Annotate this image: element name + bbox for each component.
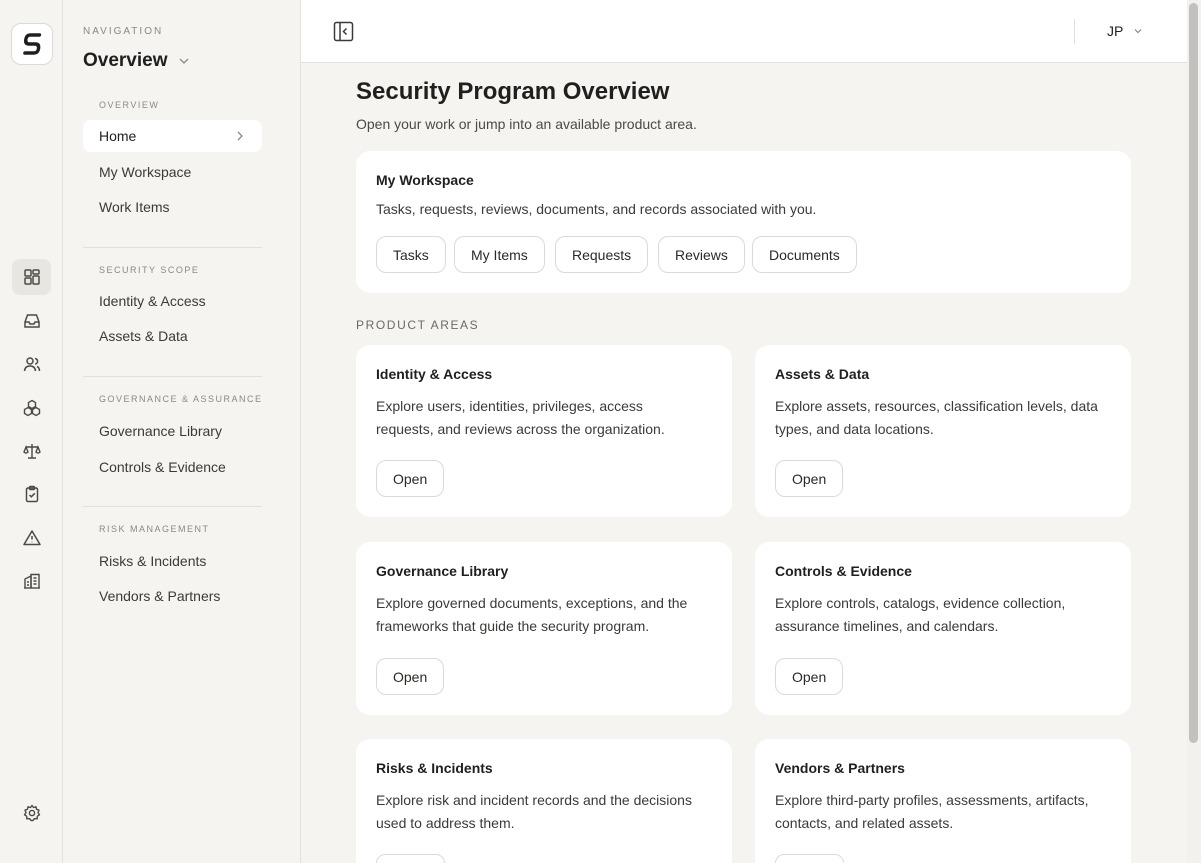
rail-settings-button[interactable] (12, 795, 51, 831)
area-card-vendors-partners: Vendors & Partners Explore third-party p… (755, 739, 1131, 863)
workspace-title: My Workspace (376, 172, 474, 188)
open-button-partial[interactable] (376, 854, 445, 863)
area-desc: Explore governed documents, exceptions, … (376, 595, 688, 634)
rail-checklist-button[interactable] (12, 476, 51, 512)
open-button[interactable]: Open (775, 658, 844, 695)
reviews-button[interactable]: Reviews (658, 236, 745, 273)
rail-users-button[interactable] (12, 346, 51, 382)
area-desc: Explore users, identities, privileges, a… (376, 398, 665, 437)
nav-title: Overview (83, 50, 168, 71)
navigation-panel: NAVIGATION Overview OVERVIEW Home My Wor… (63, 0, 301, 863)
area-title: Assets & Data (775, 366, 870, 382)
clipboard-check-icon (25, 485, 38, 503)
user-initials: JP (1107, 23, 1124, 39)
open-button[interactable]: Open (376, 460, 445, 497)
logo-icon (23, 33, 42, 55)
scale-icon (22, 444, 41, 459)
user-menu[interactable]: JP (1107, 23, 1143, 39)
app-logo[interactable] (11, 23, 53, 65)
nav-item-label: Risks & Incidents (99, 553, 207, 569)
chevron-right-icon (237, 131, 243, 141)
area-title: Vendors & Partners (775, 760, 905, 776)
area-card-risks-incidents: Risks & Incidents Explore risk and incid… (356, 739, 732, 863)
nav-item-label: Governance Library (99, 423, 222, 439)
nav-item-my-workspace[interactable]: My Workspace (83, 156, 262, 188)
nav-item-identity-access[interactable]: Identity & Access (83, 285, 262, 317)
nav-eyebrow: NAVIGATION (83, 26, 164, 37)
nav-item-label: Assets & Data (99, 328, 188, 344)
open-button[interactable]: Open (376, 658, 445, 695)
topbar-divider (1074, 19, 1075, 44)
nav-item-label: Controls & Evidence (99, 459, 226, 475)
nav-item-controls-evidence[interactable]: Controls & Evidence (83, 451, 262, 483)
rail-scale-button[interactable] (12, 433, 51, 469)
rail-alerts-button[interactable] (12, 520, 51, 556)
nav-item-label: Vendors & Partners (99, 588, 221, 604)
my-items-button[interactable]: My Items (454, 236, 545, 273)
workspace-card: My Workspace Tasks, requests, reviews, d… (356, 151, 1131, 293)
nav-item-assets-data[interactable]: Assets & Data (83, 320, 262, 352)
documents-button[interactable]: Documents (752, 236, 857, 273)
rail-dashboard-button[interactable] (12, 259, 51, 295)
area-desc: Explore risk and incident records and th… (376, 792, 692, 831)
users-icon (23, 357, 40, 372)
rail-boxes-button[interactable] (12, 390, 51, 426)
area-card-assets-data: Assets & Data Explore assets, resources,… (755, 345, 1131, 517)
settings-icon (23, 804, 40, 822)
dashboard-icon (23, 269, 40, 285)
page-subtitle: Open your work or jump into an available… (356, 116, 697, 132)
open-button[interactable]: Open (775, 460, 844, 497)
area-desc: Explore third-party profiles, assessment… (775, 792, 1089, 831)
sidebar-toggle-icon[interactable] (333, 21, 354, 42)
nav-divider (83, 247, 262, 248)
building-icon (23, 573, 40, 589)
nav-item-risks-incidents[interactable]: Risks & Incidents (83, 545, 262, 577)
page-title: Security Program Overview (356, 78, 670, 105)
section-label-governance: GOVERNANCE & ASSURANCE (99, 394, 263, 404)
chevron-down-icon (179, 58, 188, 64)
nav-item-label: Identity & Access (99, 293, 206, 309)
nav-divider (83, 376, 262, 377)
nav-item-home[interactable]: Home (83, 120, 262, 152)
area-card-controls-evidence: Controls & Evidence Explore controls, ca… (755, 542, 1131, 715)
area-title: Controls & Evidence (775, 563, 912, 579)
area-desc: Explore assets, resources, classificatio… (775, 398, 1098, 437)
alert-triangle-icon (22, 530, 41, 546)
section-label-security-scope: SECURITY SCOPE (99, 265, 200, 275)
nav-item-governance-library[interactable]: Governance Library (83, 415, 262, 447)
icon-rail (0, 0, 63, 863)
requests-button[interactable]: Requests (555, 236, 649, 273)
scrollbar-thumb[interactable] (1189, 3, 1198, 743)
chevron-down-icon (1134, 29, 1142, 34)
nav-item-work-items[interactable]: Work Items (83, 191, 262, 223)
nav-item-label: Work Items (99, 199, 170, 215)
rail-inbox-button[interactable] (12, 303, 51, 339)
inbox-icon (23, 314, 40, 328)
nav-item-vendors-partners[interactable]: Vendors & Partners (83, 580, 262, 612)
area-card-identity-access: Identity & Access Explore users, identit… (356, 345, 732, 517)
product-areas-label: PRODUCT AREAS (356, 318, 480, 332)
rail-vendors-button[interactable] (12, 563, 51, 599)
tasks-button[interactable]: Tasks (376, 236, 446, 273)
boxes-icon (23, 399, 40, 417)
nav-item-label: Home (99, 128, 137, 144)
area-title: Risks & Incidents (376, 760, 493, 776)
top-bar: JP (301, 0, 1187, 63)
section-label-overview: OVERVIEW (99, 100, 160, 110)
area-desc: Explore controls, catalogs, evidence col… (775, 595, 1066, 634)
open-button-partial[interactable] (775, 854, 844, 863)
area-title: Identity & Access (376, 366, 493, 382)
nav-divider (83, 506, 262, 507)
workspace-desc: Tasks, requests, reviews, documents, and… (376, 201, 817, 217)
area-title: Governance Library (376, 563, 509, 579)
nav-item-label: My Workspace (99, 164, 192, 180)
area-card-governance-library: Governance Library Explore governed docu… (356, 542, 732, 715)
section-label-risk-management: RISK MANAGEMENT (99, 524, 210, 534)
nav-overview-selector[interactable]: Overview (83, 50, 190, 72)
